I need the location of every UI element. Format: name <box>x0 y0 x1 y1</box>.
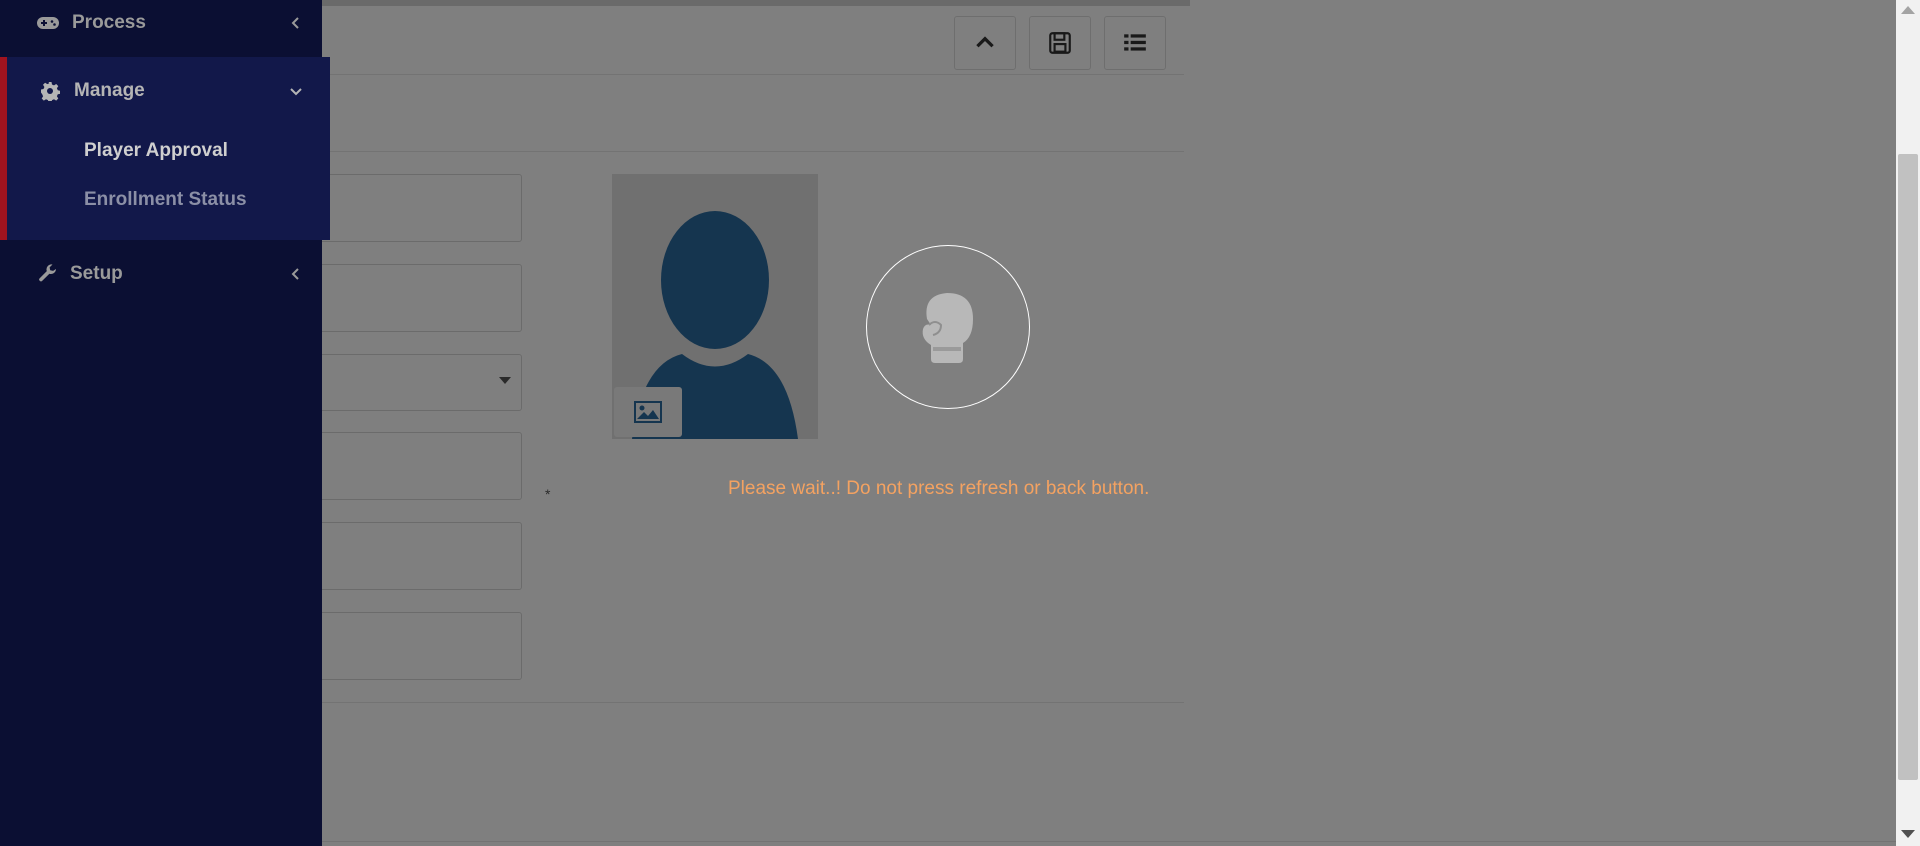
wrench-icon <box>36 262 60 286</box>
boxing-glove-icon <box>922 293 973 363</box>
sidebar-item-setup[interactable]: Setup <box>0 251 322 297</box>
chevron-left-icon <box>291 17 299 29</box>
sidebar-item-label: Manage <box>74 80 145 101</box>
please-wait-message: Please wait..! Do not press refresh or b… <box>728 478 1150 499</box>
loading-spinner <box>866 245 1030 409</box>
scroll-down-arrow-icon[interactable] <box>1901 830 1915 838</box>
sidebar-subitem-enrollment-status[interactable]: Enrollment Status <box>84 189 247 211</box>
sidebar: Process Manage Player Approval Enrollmen… <box>0 0 330 846</box>
page-scrollbar[interactable] <box>1896 0 1920 846</box>
sidebar-item-manage[interactable]: Manage <box>0 68 322 114</box>
sidebar-group-manage: Manage Player Approval Enrollment Status <box>0 57 330 240</box>
scroll-up-arrow-icon[interactable] <box>1901 6 1915 14</box>
scrollbar-thumb[interactable] <box>1898 154 1918 780</box>
sidebar-item-label: Process <box>72 12 146 33</box>
sidebar-item-label: Setup <box>70 263 123 284</box>
sidebar-subitem-player-approval[interactable]: Player Approval <box>84 140 228 162</box>
gear-icon <box>38 79 62 103</box>
chevron-left-icon <box>291 268 299 280</box>
sidebar-item-process[interactable]: Process <box>0 0 322 46</box>
gamepad-icon <box>36 11 60 35</box>
chevron-down-icon <box>290 88 302 96</box>
